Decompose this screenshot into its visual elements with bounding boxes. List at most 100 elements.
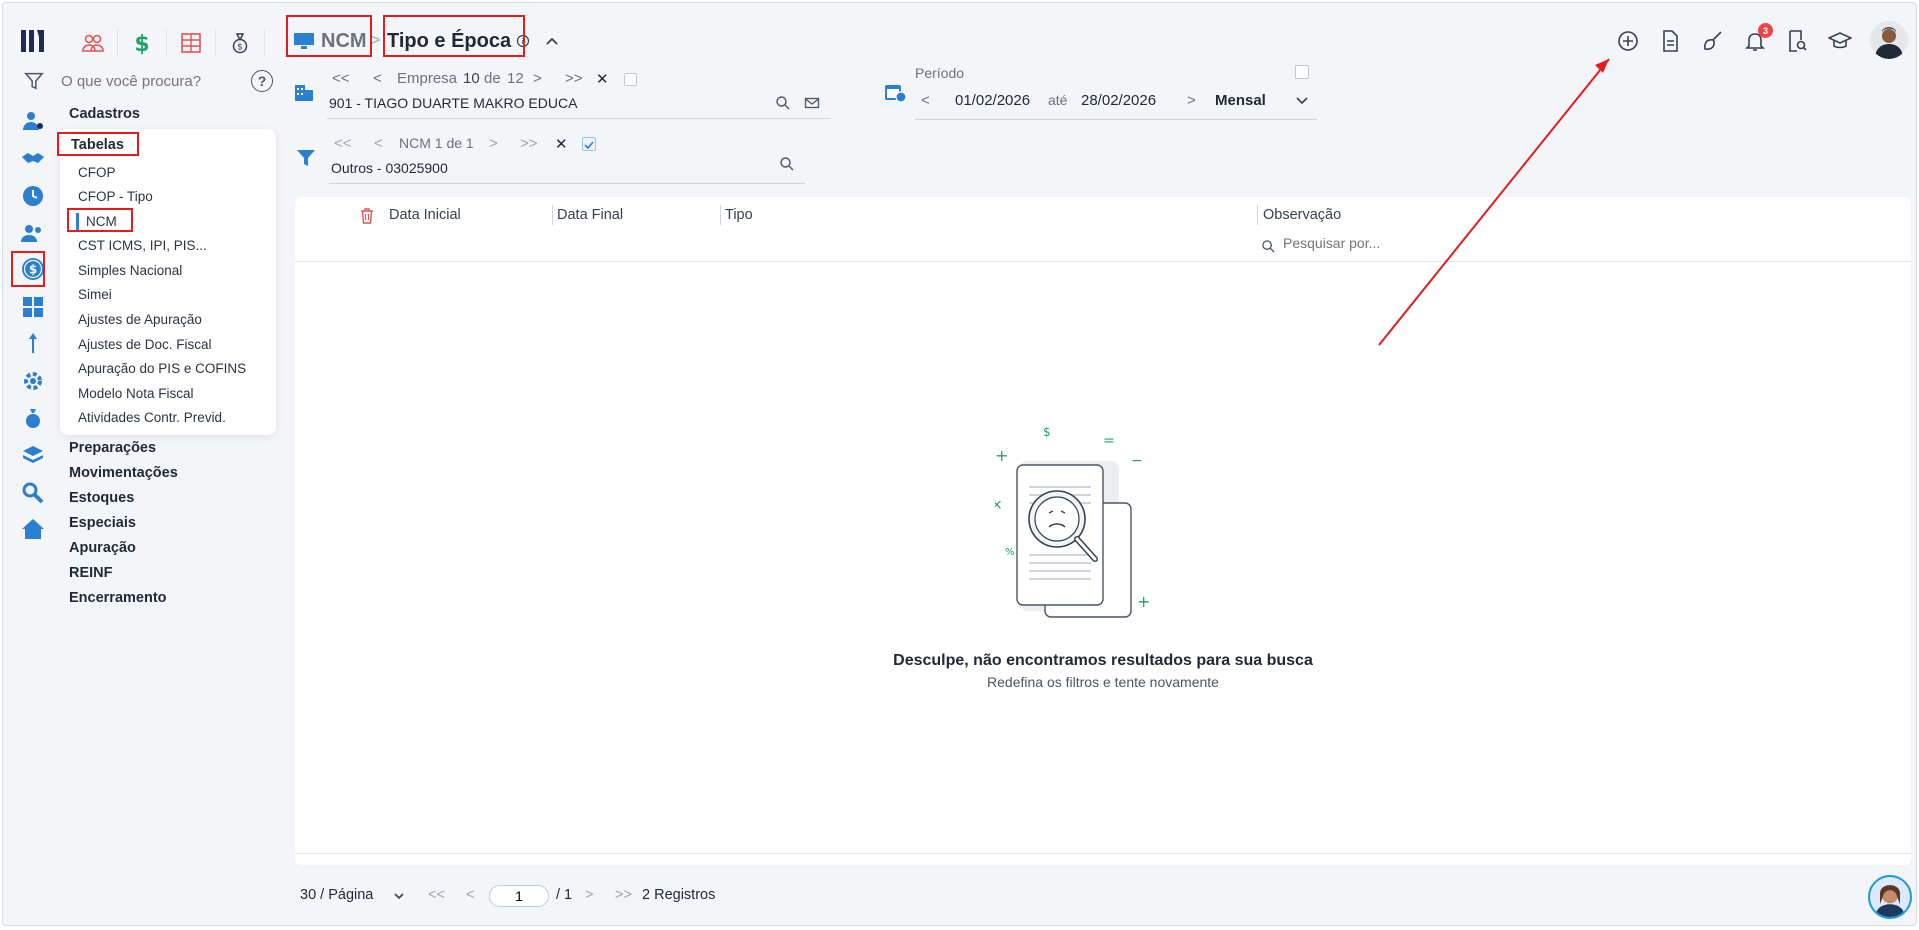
tool-icon[interactable] [19, 329, 47, 357]
menu-preparacoes[interactable]: Preparações [69, 440, 156, 456]
periodo-mode[interactable]: Mensal [1215, 92, 1266, 109]
menu-encerramento[interactable]: Encerramento [69, 590, 167, 606]
money-bag-module-icon[interactable]: $ [216, 27, 264, 59]
empty-state-subtitle: Redefina os filtros e tente novamente [987, 674, 1219, 690]
icon-rail: $ [3, 3, 59, 925]
empty-state-illustration: $ + × = − % + [995, 425, 1150, 618]
empresa-value[interactable]: 901 - TIAGO DUARTE MAKRO EDUCA [329, 95, 577, 111]
ncm-clear-button[interactable]: ✕ [555, 135, 568, 153]
periodo-underline [915, 119, 1317, 120]
page-number-input[interactable] [489, 885, 549, 907]
submenu-simples-nacional[interactable]: Simples Nacional [78, 263, 182, 278]
menu-especiais[interactable]: Especiais [69, 515, 136, 531]
page-first-button[interactable]: << [428, 887, 445, 903]
money-bag-icon[interactable] [19, 404, 47, 432]
menu-search: ? [17, 67, 279, 95]
broom-icon[interactable] [1699, 27, 1727, 55]
submenu-modelo-nota-fiscal[interactable]: Modelo Nota Fiscal [78, 386, 194, 401]
breadcrumb-separator: > [371, 32, 381, 49]
ncm-value[interactable]: Outros - 03025900 [331, 160, 448, 176]
ncm-last-button[interactable]: >> [520, 135, 538, 152]
empresa-search-icon[interactable] [775, 95, 791, 111]
menu-tabelas[interactable]: Tabelas [71, 137, 124, 153]
menu-movimentacoes[interactable]: Movimentações [69, 465, 178, 481]
layers-icon[interactable] [19, 441, 47, 469]
ncm-search-icon[interactable] [779, 156, 795, 172]
app-logo[interactable] [19, 27, 47, 55]
empresa-next-button[interactable]: > [533, 70, 542, 87]
info-icon[interactable] [516, 34, 530, 48]
menu-cadastros[interactable]: Cadastros [69, 106, 140, 122]
bell-icon[interactable]: 3 [1741, 23, 1773, 55]
svg-text:+: + [995, 446, 1008, 465]
submenu-ajustes-apuracao[interactable]: Ajustes de Apuração [78, 312, 202, 327]
people-module-icon[interactable] [69, 27, 117, 59]
submenu-ajustes-doc-fiscal[interactable]: Ajustes de Doc. Fiscal [78, 337, 212, 352]
user-settings-icon[interactable] [19, 107, 47, 135]
empresa-label: Empresa [397, 70, 458, 87]
fiscal-dollar-icon[interactable]: $ [19, 255, 47, 283]
submenu-cst[interactable]: CST ICMS, IPI, PIS... [78, 238, 207, 253]
calculator-icon[interactable] [19, 293, 47, 321]
empresa-clear-button[interactable]: ✕ [596, 70, 609, 88]
check-icon [584, 141, 594, 150]
submenu-apuracao-pis-cofins[interactable]: Apuração do PIS e COFINS [78, 361, 246, 376]
menu-estoques[interactable]: Estoques [69, 490, 134, 506]
column-data-final[interactable]: Data Final [557, 207, 623, 223]
empresa-checkbox[interactable] [624, 73, 637, 86]
menu-reinf[interactable]: REINF [69, 565, 113, 581]
empresa-total: 12 [507, 70, 524, 87]
filter-icon[interactable] [23, 70, 45, 92]
empresa-last-button[interactable]: >> [565, 70, 583, 87]
document-icon[interactable] [1656, 27, 1684, 55]
chevron-down-icon[interactable] [1295, 95, 1309, 107]
submenu-simei[interactable]: Simei [78, 287, 112, 302]
empresa-first-button[interactable]: << [332, 70, 350, 87]
menu-search-input[interactable] [61, 72, 251, 90]
trash-icon[interactable] [359, 207, 375, 225]
page-prev-button[interactable]: < [466, 887, 474, 903]
search-rail-icon[interactable] [19, 479, 47, 507]
grid-module-icon[interactable] [167, 27, 215, 59]
periodo-checkbox[interactable] [1295, 65, 1309, 79]
column-observacao[interactable]: Observação [1263, 207, 1341, 223]
per-page-chevron-icon[interactable] [393, 892, 405, 902]
per-page-select[interactable]: 30 / Página [300, 887, 373, 903]
empresa-prev-button[interactable]: < [373, 70, 382, 87]
user-avatar[interactable] [1870, 21, 1908, 59]
handshake-icon[interactable] [19, 145, 47, 173]
submenu-cfop[interactable]: CFOP [78, 165, 116, 180]
gear-icon[interactable] [19, 367, 47, 395]
ncm-first-button[interactable]: << [334, 135, 352, 152]
ncm-prev-button[interactable]: < [374, 135, 383, 152]
home-icon[interactable] [19, 515, 47, 543]
column-tipo[interactable]: Tipo [725, 207, 753, 223]
clock-icon[interactable] [19, 182, 47, 210]
submenu-ncm[interactable]: NCM [86, 214, 117, 229]
users-icon[interactable] [19, 219, 47, 247]
ncm-filter-icon[interactable] [295, 147, 317, 169]
page-last-button[interactable]: >> [615, 887, 632, 903]
submenu-atividades-contr-previd[interactable]: Atividades Contr. Previd. [78, 410, 226, 425]
ncm-checkbox[interactable] [582, 137, 596, 151]
chevron-up-icon[interactable] [544, 33, 560, 49]
column-data-inicial[interactable]: Data Inicial [389, 207, 461, 223]
submenu-cfop-tipo[interactable]: CFOP - Tipo [78, 189, 153, 204]
mail-icon[interactable] [804, 95, 820, 111]
dollar-module-icon[interactable]: $ [118, 27, 166, 59]
periodo-start[interactable]: 01/02/2026 [955, 92, 1030, 109]
graduation-cap-icon[interactable] [1826, 27, 1854, 55]
assistant-avatar[interactable] [1868, 875, 1912, 919]
page-next-button[interactable]: > [585, 887, 593, 903]
menu-apuracao[interactable]: Apuração [69, 540, 136, 556]
periodo-next-button[interactable]: > [1187, 92, 1196, 109]
breadcrumb-module[interactable]: NCM [293, 25, 367, 57]
help-icon[interactable]: ? [251, 70, 273, 92]
periodo-prev-button[interactable]: < [921, 92, 930, 109]
ncm-next-button[interactable]: > [489, 135, 498, 152]
periodo-end[interactable]: 28/02/2026 [1081, 92, 1156, 109]
empty-state-title: Desculpe, não encontramos resultados par… [893, 652, 1313, 669]
ncm-underline [329, 183, 805, 184]
search-document-icon[interactable] [1783, 27, 1811, 55]
svg-text:$: $ [134, 32, 149, 55]
